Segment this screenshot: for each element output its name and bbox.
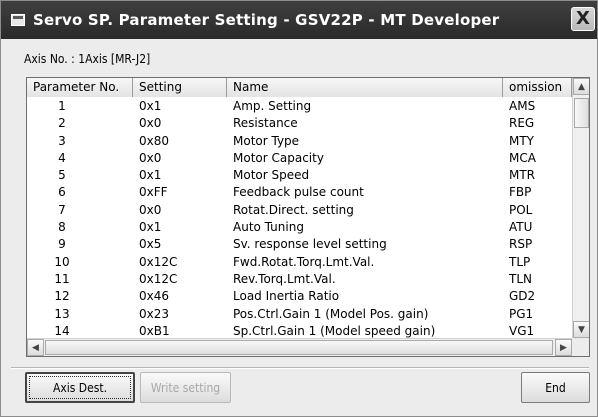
parameter-no-cell: 11 bbox=[54, 271, 70, 286]
close-button[interactable]: X bbox=[571, 7, 595, 31]
setting-cell: 0x46 bbox=[139, 289, 170, 304]
omission-cell: RSP bbox=[509, 237, 533, 252]
left-arrow-icon[interactable]: ◀ bbox=[27, 339, 44, 356]
name-cell: Motor Speed bbox=[233, 168, 310, 183]
name-cell: Motor Type bbox=[233, 133, 300, 148]
omission-cell: FBP bbox=[509, 185, 532, 200]
parameter-no-cell: 10 bbox=[54, 254, 70, 269]
table-row[interactable]: 13 0x23 Pos.Ctrl.Gain 1 (Model Pos. gain) P… bbox=[27, 306, 572, 323]
up-arrow-icon[interactable]: ▲ bbox=[573, 78, 589, 95]
table-row[interactable]: 1 0x1 Amp. Setting AMS bbox=[27, 98, 572, 115]
parameter-no-cell: 8 bbox=[58, 220, 66, 235]
table-row[interactable]: 5 0x1 Motor Speed MTR bbox=[27, 167, 572, 184]
table-row[interactable]: 9 0x5 Sv. response level setting RSP bbox=[27, 236, 572, 253]
omission-cell: GD2 bbox=[509, 289, 536, 304]
window-title: Servo SP. Parameter Setting - GSV22P - M… bbox=[33, 11, 500, 29]
column-header-omission[interactable]: omission bbox=[503, 78, 572, 97]
vertical-scrollbar[interactable]: ▲ ▼ bbox=[572, 78, 589, 338]
name-cell: Rotat.Direct. setting bbox=[233, 202, 354, 217]
parameter-no-cell: 5 bbox=[58, 168, 66, 183]
omission-cell: MTY bbox=[509, 133, 535, 148]
table-body: 1 0x1 Amp. Setting AMS 2 0x0 Resistance REG 3 0x8… bbox=[27, 98, 572, 340]
vertical-scroll-thumb[interactable] bbox=[574, 98, 589, 128]
dialog-window: Servo SP. Parameter Setting - GSV22P - M… bbox=[0, 0, 598, 417]
omission-cell: MCA bbox=[509, 150, 536, 165]
column-header-name[interactable]: Name bbox=[227, 78, 503, 97]
down-arrow-icon[interactable]: ▼ bbox=[573, 321, 589, 338]
column-header-setting[interactable]: Setting bbox=[133, 78, 227, 97]
parameter-no-cell: 7 bbox=[58, 202, 66, 217]
omission-cell: TLP bbox=[509, 254, 531, 269]
setting-cell: 0x12C bbox=[139, 271, 178, 286]
omission-cell: AMS bbox=[509, 99, 536, 113]
name-cell: Auto Tuning bbox=[233, 220, 304, 235]
table-row[interactable]: 7 0x0 Rotat.Direct. setting POL bbox=[27, 202, 572, 219]
parameter-no-cell: 13 bbox=[54, 306, 70, 321]
setting-cell: 0xFF bbox=[139, 185, 168, 200]
right-arrow-icon[interactable]: ▶ bbox=[555, 339, 572, 356]
setting-cell: 0x1 bbox=[139, 220, 162, 235]
name-cell: Rev.Torq.Lmt.Val. bbox=[233, 271, 336, 286]
parameter-no-cell: 12 bbox=[54, 289, 70, 304]
name-cell: Load Inertia Ratio bbox=[233, 289, 340, 304]
omission-cell: PG1 bbox=[509, 306, 534, 321]
window-icon bbox=[11, 14, 25, 26]
setting-cell: 0x12C bbox=[139, 254, 178, 269]
name-cell: Sv. response level setting bbox=[233, 237, 387, 252]
omission-cell: MTR bbox=[509, 168, 536, 183]
scrollbar-corner bbox=[572, 338, 589, 356]
setting-cell: 0x23 bbox=[139, 306, 170, 321]
name-cell: Resistance bbox=[233, 116, 298, 131]
axis-info-label: Axis No. : 1Axis [MR-J2] bbox=[24, 52, 151, 66]
table-row[interactable]: 6 0xFF Feedback pulse count FBP bbox=[27, 184, 572, 201]
omission-cell: POL bbox=[509, 202, 533, 217]
parameter-table[interactable]: Parameter No. Setting Name omission 1 0x1… bbox=[26, 77, 590, 357]
setting-cell: 0x0 bbox=[139, 202, 162, 217]
parameter-no-cell: 4 bbox=[58, 150, 66, 165]
omission-cell: REG bbox=[509, 116, 535, 131]
table-row[interactable]: 10 0x12C Fwd.Rotat.Torq.Lmt.Val. TLP bbox=[27, 254, 572, 271]
name-cell: Pos.Ctrl.Gain 1 (Model Pos. gain) bbox=[233, 306, 429, 321]
parameter-no-cell: 3 bbox=[58, 133, 66, 148]
omission-cell: TLN bbox=[509, 271, 532, 286]
title-bar[interactable]: Servo SP. Parameter Setting - GSV22P - M… bbox=[1, 1, 597, 39]
divider bbox=[11, 367, 589, 369]
table-header: Parameter No. Setting Name omission bbox=[27, 78, 572, 97]
parameter-no-cell: 1 bbox=[58, 99, 66, 113]
table-row[interactable]: 2 0x0 Resistance REG bbox=[27, 115, 572, 132]
setting-cell: 0x0 bbox=[139, 116, 162, 131]
setting-cell: 0x1 bbox=[139, 168, 162, 183]
name-cell: Amp. Setting bbox=[233, 99, 312, 113]
axis-dest-button[interactable]: Axis Dest. bbox=[25, 372, 135, 403]
horizontal-scroll-thumb[interactable] bbox=[45, 340, 553, 355]
omission-cell: ATU bbox=[509, 220, 533, 235]
setting-cell: 0x0 bbox=[139, 150, 162, 165]
table-row[interactable]: 11 0x12C Rev.Torq.Lmt.Val. TLN bbox=[27, 271, 572, 288]
setting-cell: 0x1 bbox=[139, 99, 162, 113]
write-setting-button[interactable]: Write setting bbox=[140, 372, 231, 403]
name-cell: Feedback pulse count bbox=[233, 185, 364, 200]
setting-cell: 0x80 bbox=[139, 133, 170, 148]
table-row[interactable]: 12 0x46 Load Inertia Ratio GD2 bbox=[27, 288, 572, 305]
name-cell: Fwd.Rotat.Torq.Lmt.Val. bbox=[233, 254, 375, 269]
name-cell: Motor Capacity bbox=[233, 150, 324, 165]
table-row[interactable]: 4 0x0 Motor Capacity MCA bbox=[27, 150, 572, 167]
end-button[interactable]: End bbox=[521, 372, 590, 403]
parameter-no-cell: 9 bbox=[58, 237, 66, 252]
horizontal-scrollbar[interactable]: ◀ ▶ bbox=[27, 338, 572, 356]
setting-cell: 0x5 bbox=[139, 237, 162, 252]
parameter-no-cell: 6 bbox=[58, 185, 66, 200]
parameter-no-cell: 2 bbox=[58, 116, 66, 131]
table-row[interactable]: 3 0x80 Motor Type MTY bbox=[27, 133, 572, 150]
table-row[interactable]: 8 0x1 Auto Tuning ATU bbox=[27, 219, 572, 236]
column-header-parameter-no[interactable]: Parameter No. bbox=[27, 78, 133, 97]
